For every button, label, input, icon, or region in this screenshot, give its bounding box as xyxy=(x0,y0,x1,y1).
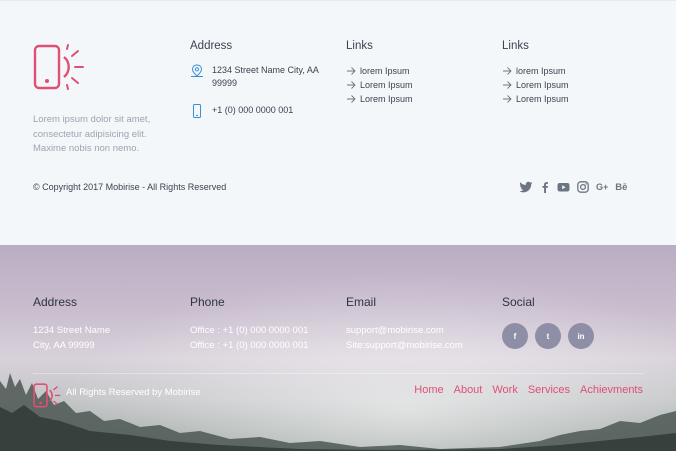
menu-item-work[interactable]: Work xyxy=(492,384,517,396)
footer-link[interactable]: Lorem Ipsum xyxy=(502,78,569,92)
social-heading: Social xyxy=(502,295,535,309)
links-heading: Links xyxy=(346,40,373,52)
footer-link[interactable]: lorem Ipsum xyxy=(346,64,413,78)
menu-item-about[interactable]: About xyxy=(454,384,483,396)
email-line-1[interactable]: support@mobirise.com xyxy=(346,323,463,338)
footer-link-label[interactable]: Lorem Ipsum xyxy=(360,94,413,104)
footer-link-label[interactable]: Lorem Ipsum xyxy=(516,80,569,90)
menu-item-home[interactable]: Home xyxy=(414,384,443,396)
footer-link[interactable]: lorem Ipsum xyxy=(502,64,569,78)
address-heading: Address xyxy=(190,40,233,52)
rights-text: All Rights Reserved by Mobirise xyxy=(66,387,201,398)
about-text: Lorem ipsum dolor sit amet, consectetur … xyxy=(33,114,151,154)
footer-link[interactable]: Lorem Ipsum xyxy=(346,78,413,92)
divider xyxy=(33,373,643,374)
footer-link[interactable]: Lorem Ipsum xyxy=(346,92,413,106)
facebook-icon[interactable] xyxy=(540,181,550,193)
footer-link[interactable]: Lorem Ipsum xyxy=(502,92,569,106)
address-text: 1234 Street Name City, AA 99999 xyxy=(212,65,319,88)
phone-line-2: Office : +1 (0) 000 0000 001 xyxy=(190,340,309,351)
bottom-address-column: Address 1234 Street Name City, AA 99999 xyxy=(33,295,110,353)
phone-heading: Phone xyxy=(190,295,225,309)
map-pin-icon xyxy=(191,64,203,77)
bottom-email-column: Email support@mobirise.com Site:support@… xyxy=(346,295,463,353)
arrow-right-icon xyxy=(347,81,356,89)
email-line-2[interactable]: Site:support@mobirise.com xyxy=(346,338,463,353)
twitter-icon[interactable]: t xyxy=(535,323,561,349)
instagram-icon[interactable] xyxy=(577,181,589,193)
footer-link-label[interactable]: lorem Ipsum xyxy=(360,66,410,76)
phone-logo-icon xyxy=(33,383,61,408)
address-heading: Address xyxy=(33,295,78,309)
arrow-right-icon xyxy=(503,95,512,103)
links-heading: Links xyxy=(502,40,529,52)
twitter-icon[interactable] xyxy=(520,181,533,193)
facebook-icon[interactable]: f xyxy=(502,323,528,349)
footer-top: Lorem ipsum dolor sit amet, consectetur … xyxy=(0,0,676,245)
links-column-1: Links lorem Ipsum Lorem Ipsum Lorem Ipsu… xyxy=(346,40,413,106)
social-circles: f t in xyxy=(502,323,594,349)
phone-line-1: Office : +1 (0) 000 0000 001 xyxy=(190,325,309,336)
bottom-phone-column: Phone Office : +1 (0) 000 0000 001 Offic… xyxy=(190,295,308,353)
address-column: Address 1234 Street Name City, AA 99999 … xyxy=(190,40,335,118)
arrow-right-icon xyxy=(347,67,356,75)
links-column-2: Links lorem Ipsum Lorem Ipsum Lorem Ipsu… xyxy=(502,40,569,106)
phone-row: +1 (0) 000 0000 001 xyxy=(190,104,335,118)
youtube-icon[interactable] xyxy=(557,181,570,193)
bottom-social-column: Social f t in xyxy=(502,295,594,349)
email-heading: Email xyxy=(346,295,377,309)
phone-text: +1 (0) 000 0000 001 xyxy=(212,105,294,115)
footer-menu: Home About Work Services Achievments xyxy=(414,384,643,396)
mobile-phone-icon xyxy=(193,104,201,118)
forest-background-image xyxy=(0,373,676,451)
google-plus-icon[interactable]: G+ xyxy=(596,182,608,192)
address-row: 1234 Street Name City, AA 99999 xyxy=(190,64,335,90)
behance-icon[interactable]: Bē xyxy=(615,182,627,193)
copyright-text: © Copyright 2017 Mobirise - All Rights R… xyxy=(33,182,227,192)
menu-item-achievements[interactable]: Achievments xyxy=(580,384,643,396)
address-line-1: 1234 Street Name xyxy=(33,325,111,336)
footer-link-label[interactable]: lorem Ipsum xyxy=(516,66,566,76)
arrow-right-icon xyxy=(347,95,356,103)
arrow-right-icon xyxy=(503,67,512,75)
social-icons-row: G+ Bē xyxy=(520,181,627,193)
footer-bottom: Address 1234 Street Name City, AA 99999 … xyxy=(0,245,676,451)
footer-link-label[interactable]: Lorem Ipsum xyxy=(360,80,413,90)
phone-logo-icon xyxy=(33,44,84,90)
linkedin-icon[interactable]: in xyxy=(568,323,594,349)
address-line-2: City, AA 99999 xyxy=(33,340,95,351)
menu-item-services[interactable]: Services xyxy=(528,384,570,396)
arrow-right-icon xyxy=(503,81,512,89)
footer-link-label[interactable]: Lorem Ipsum xyxy=(516,94,569,104)
